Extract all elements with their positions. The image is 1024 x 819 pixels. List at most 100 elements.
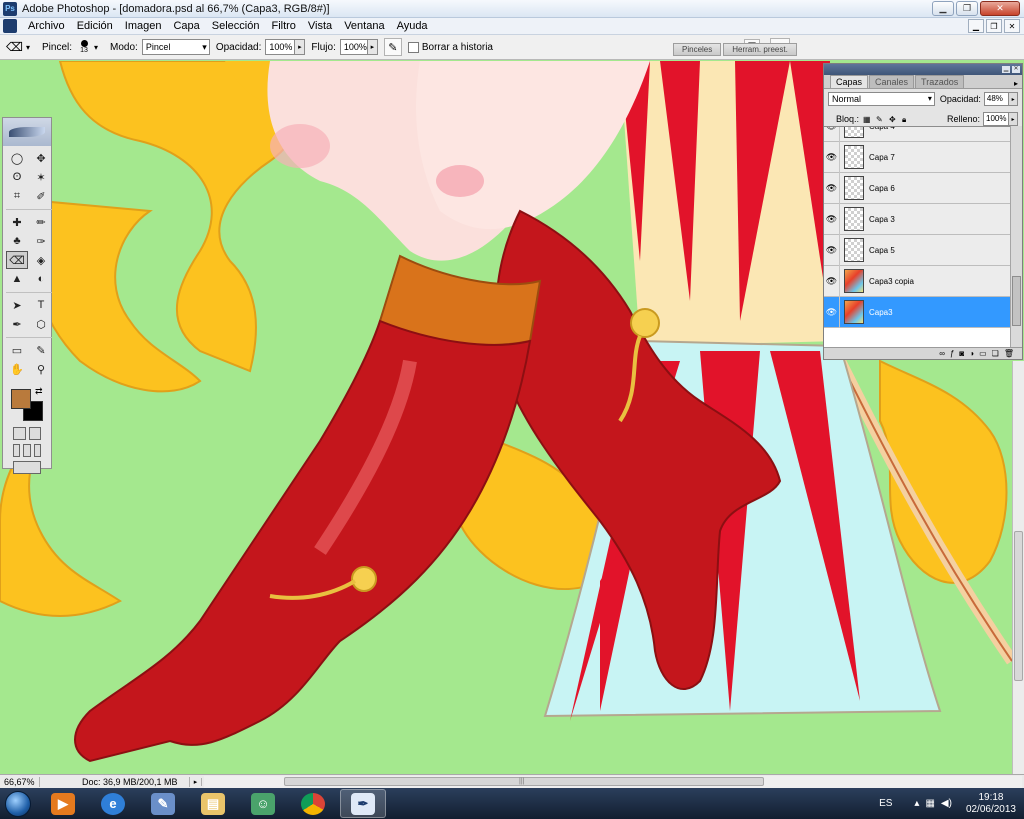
layer-row[interactable]: 👁︎ Capa 3 [824,203,1010,235]
panel-menu-icon[interactable]: ▸ [1014,79,1018,88]
marquee-tool-icon[interactable]: ◯ [6,149,28,167]
menu-vista[interactable]: Vista [302,18,338,35]
menu-seleccion[interactable]: Selección [206,18,266,35]
taskbar-paint-app[interactable]: ✎ [140,789,186,818]
layer-mask-icon[interactable]: ◙ [959,349,964,358]
menu-archivo[interactable]: Archivo [22,18,71,35]
photoshop-app-icon[interactable]: Ps [3,1,17,16]
dodge-tool-icon[interactable]: ◐ [30,270,52,288]
language-indicator[interactable]: ES [879,798,892,809]
brush-dropdown-icon[interactable]: ▾ [94,43,98,52]
taskbar-photoshop[interactable]: ✒ [340,789,386,818]
brush-picker[interactable]: 13 [76,39,92,55]
shape-tool-icon[interactable]: ⬡ [30,315,52,333]
layer-list-scrollbar[interactable] [1010,126,1022,348]
quick-mask-mode-icon[interactable] [28,427,41,440]
standard-screen-icon[interactable] [13,444,21,457]
layer-opacity-input[interactable]: 48% [983,92,1010,106]
tab-herram-preest[interactable]: Herram. preest. [723,43,797,56]
taskbar-chrome[interactable] [290,789,336,818]
taskbar-media-player[interactable]: ▶ [40,789,86,818]
lock-position-icon[interactable]: ✥ [889,115,898,124]
imageready-jump-icon[interactable] [13,461,41,474]
foreground-color-swatch[interactable] [11,389,31,409]
layers-panel-titlebar[interactable]: ▁ ✕ [824,64,1022,75]
type-tool-icon[interactable]: T [30,296,52,314]
slice-tool-icon[interactable]: ✐ [30,187,52,205]
panel-close-icon[interactable]: ✕ [1012,66,1020,73]
blend-mode-select[interactable]: Normal [828,92,935,106]
fill-input[interactable]: 100% [983,112,1009,126]
vertical-scrollbar[interactable] [1012,361,1024,774]
toolbox-header[interactable] [3,118,51,146]
panel-minimize-icon[interactable]: ▁ [1002,66,1010,73]
visibility-eye-icon[interactable]: 👁︎ [824,203,840,235]
maximize-button[interactable]: ❐ [956,1,978,16]
new-layer-icon[interactable]: ❏ [992,349,999,358]
show-hidden-icons-icon[interactable]: ▴ [914,798,919,809]
menu-capa[interactable]: Capa [167,18,205,35]
opacity-slider-button[interactable]: ▸ [295,39,306,55]
layer-list-scroll-thumb[interactable] [1012,276,1021,326]
eyedropper-tool-icon[interactable]: ✎ [30,341,52,359]
start-button[interactable] [0,788,36,819]
menu-filtro[interactable]: Filtro [265,18,301,35]
menu-ayuda[interactable]: Ayuda [391,18,434,35]
status-menu-icon[interactable]: ▸ [190,777,202,786]
doc-close-button[interactable]: ✕ [1004,19,1020,33]
pen-tool-icon[interactable]: ✒ [6,315,28,333]
hand-tool-icon[interactable]: ✋ [6,360,28,378]
tab-canales[interactable]: Canales [869,75,915,88]
history-brush-tool-icon[interactable]: ✑ [30,232,52,250]
visibility-eye-icon[interactable]: 👁︎ [824,296,840,328]
blur-tool-icon[interactable]: ▲ [6,270,28,288]
trash-icon[interactable]: 🗑︎ [1004,349,1014,358]
clone-stamp-tool-icon[interactable]: ♣ [6,232,28,250]
flow-slider-button[interactable]: ▸ [367,39,378,55]
tab-trazados[interactable]: Trazados [915,75,965,88]
standard-mode-icon[interactable] [13,427,26,440]
layer-opacity-slider-button[interactable]: ▸ [1009,92,1018,106]
zoom-tool-icon[interactable]: ⚲ [30,360,52,378]
clock[interactable]: 19:18 02/06/2013 [966,792,1016,816]
paint-bucket-tool-icon[interactable]: ◈ [30,251,52,269]
visibility-eye-icon[interactable]: 👁︎ [824,141,840,173]
taskbar-file-explorer[interactable]: ▤ [190,789,236,818]
tab-capas[interactable]: Capas [830,75,869,88]
mode-select[interactable]: Pincel [141,39,210,55]
layer-row[interactable]: 👁︎ Capa 5 [824,234,1010,266]
vertical-scroll-thumb[interactable] [1014,531,1023,681]
lock-all-icon[interactable]: 🔒︎ [902,115,911,124]
layer-row[interactable]: 👁︎ Capa3 copia [824,265,1010,297]
move-tool-icon[interactable]: ✥ [30,149,52,167]
network-icon[interactable]: ▦ [925,798,934,809]
opacity-input[interactable]: 100% [265,39,296,55]
visibility-eye-icon[interactable]: 👁︎ [824,172,840,204]
taskbar-internet-explorer[interactable]: e [90,789,136,818]
crop-tool-icon[interactable]: ⌗ [6,187,28,205]
doc-minimize-button[interactable]: ▁ [968,19,984,33]
visibility-eye-icon[interactable]: 👁︎ [824,127,840,142]
taskbar-messenger[interactable]: ☺ [240,789,286,818]
menu-edicion[interactable]: Edición [71,18,119,35]
layer-style-icon[interactable]: ƒ [950,349,954,358]
zoom-level[interactable]: 66,67% [0,776,40,787]
visibility-eye-icon[interactable]: 👁︎ [824,234,840,266]
swap-colors-icon[interactable]: ⇄ [35,386,43,397]
layer-row[interactable]: 👁︎ Capa 7 [824,141,1010,173]
magic-wand-tool-icon[interactable]: ✶ [30,168,52,186]
lock-pixels-icon[interactable]: ✎ [876,115,885,124]
notes-tool-icon[interactable]: ▭ [6,341,28,359]
tool-preset-picker[interactable]: ⌫ ▾ [6,40,30,54]
menu-ventana[interactable]: Ventana [338,18,390,35]
horizontal-scrollbar[interactable]: ||| [204,775,1022,788]
volume-icon[interactable]: ◀) [941,798,952,809]
full-screen-icon[interactable] [33,444,41,457]
link-layers-icon[interactable]: ∞ [939,349,945,358]
eraser-tool-icon[interactable]: ⌫ [6,251,28,269]
layer-row[interactable]: 👁︎ Capa 4 [824,127,1010,142]
visibility-eye-icon[interactable]: 👁︎ [824,265,840,297]
minimize-button[interactable]: ▁ [932,1,954,16]
doc-restore-button[interactable]: ❐ [986,19,1002,33]
new-group-icon[interactable]: ▭ [979,349,987,358]
